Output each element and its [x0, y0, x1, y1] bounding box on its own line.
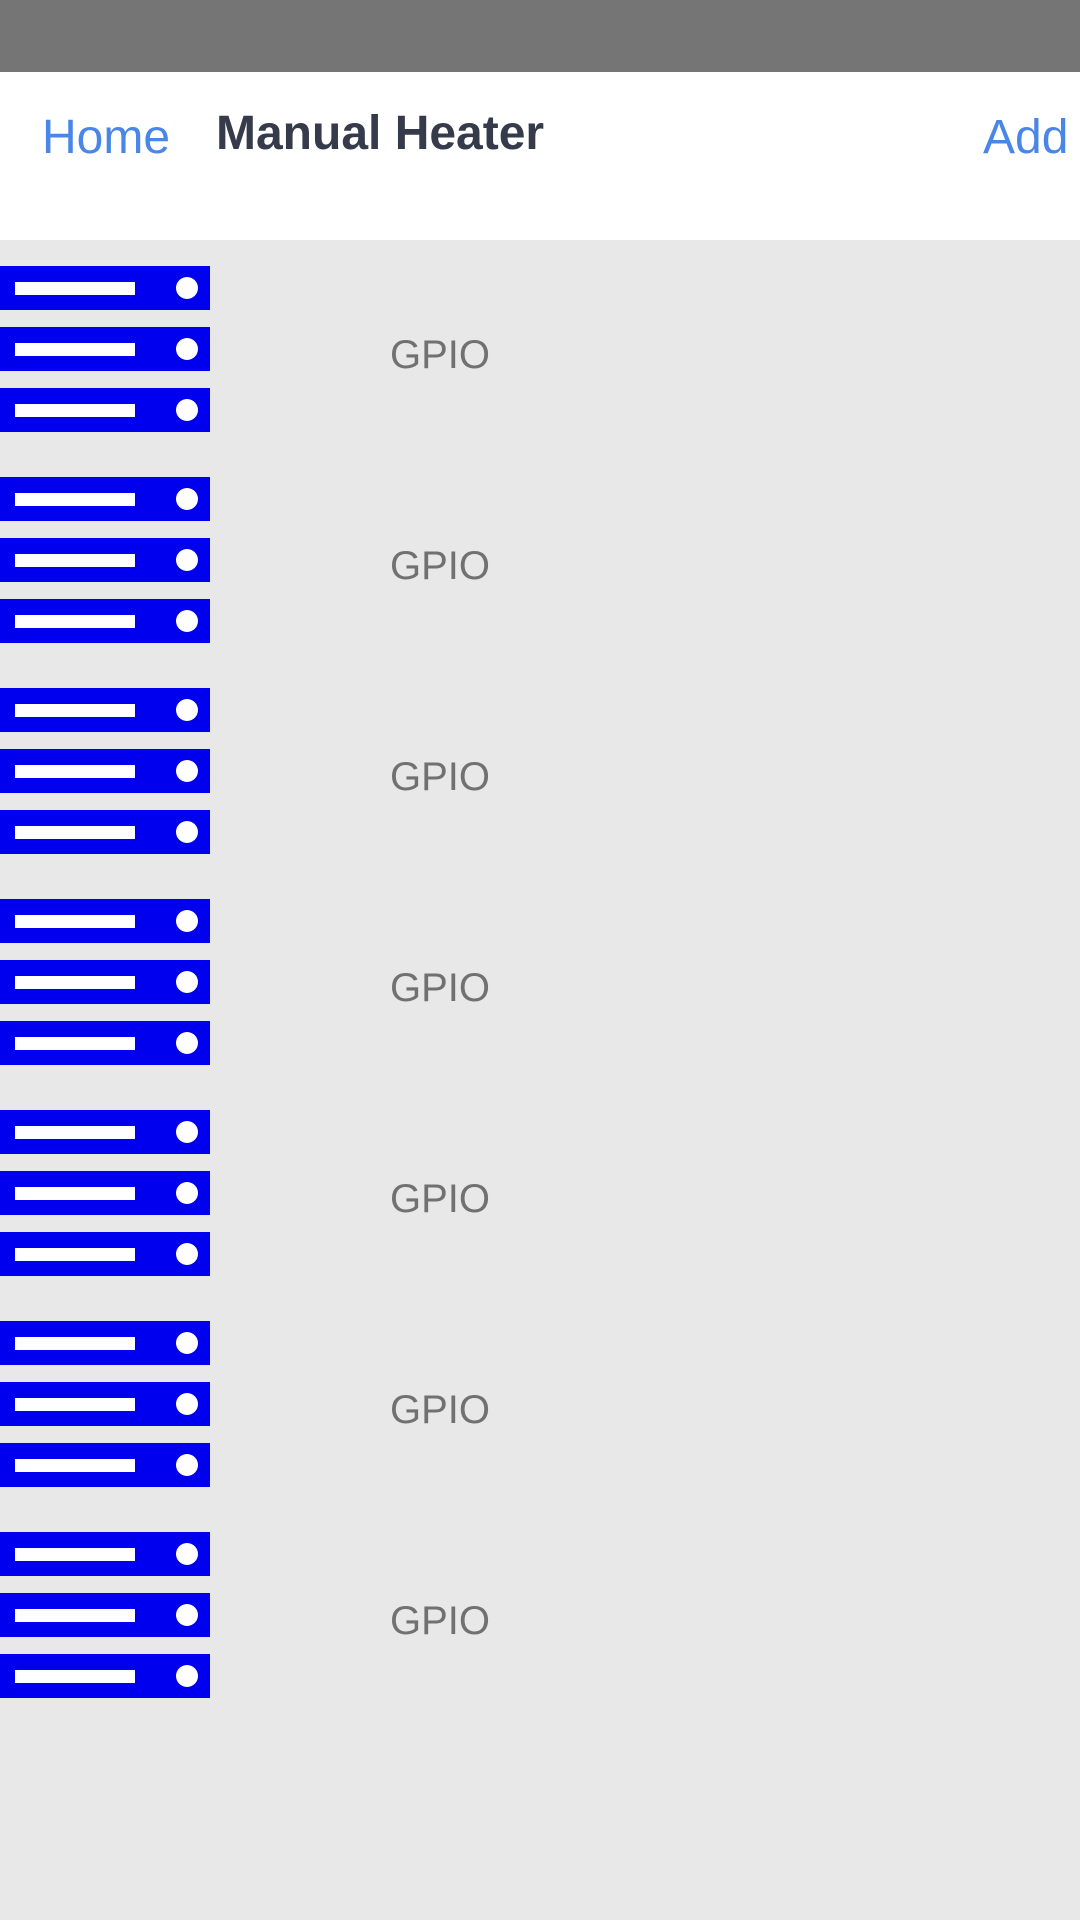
server-icon	[0, 1321, 210, 1487]
list-item-label: GPIO	[390, 966, 491, 1010]
list-item-label: GPIO	[390, 1599, 491, 1643]
server-icon	[0, 477, 210, 643]
list-item-label: GPIO	[390, 1388, 491, 1432]
list-item-label: GPIO	[390, 333, 491, 377]
list-item[interactable]: GPIO	[0, 1295, 1080, 1506]
list-item[interactable]: GPIO	[0, 240, 1080, 451]
add-button[interactable]: Add	[983, 108, 1068, 168]
status-bar	[0, 0, 1080, 72]
server-icon	[0, 688, 210, 854]
server-icon	[0, 1110, 210, 1276]
server-icon	[0, 1532, 210, 1698]
list-item-label: GPIO	[390, 1177, 491, 1221]
list-item[interactable]: GPIO	[0, 1084, 1080, 1295]
home-back-button[interactable]: Home	[42, 108, 170, 168]
server-icon	[0, 899, 210, 1065]
list-item-label: GPIO	[390, 755, 491, 799]
list-item[interactable]: GPIO	[0, 873, 1080, 1084]
gpio-list: GPIO GPIO GPIO GPIO GPIO GPIO GPIO	[0, 240, 1080, 1717]
list-item[interactable]: GPIO	[0, 451, 1080, 662]
list-item[interactable]: GPIO	[0, 1506, 1080, 1717]
server-icon	[0, 266, 210, 432]
list-item-label: GPIO	[390, 544, 491, 588]
page-title: Manual Heater	[216, 107, 545, 160]
navigation-bar: Home Manual Heater Add	[0, 72, 1080, 240]
list-item[interactable]: GPIO	[0, 662, 1080, 873]
